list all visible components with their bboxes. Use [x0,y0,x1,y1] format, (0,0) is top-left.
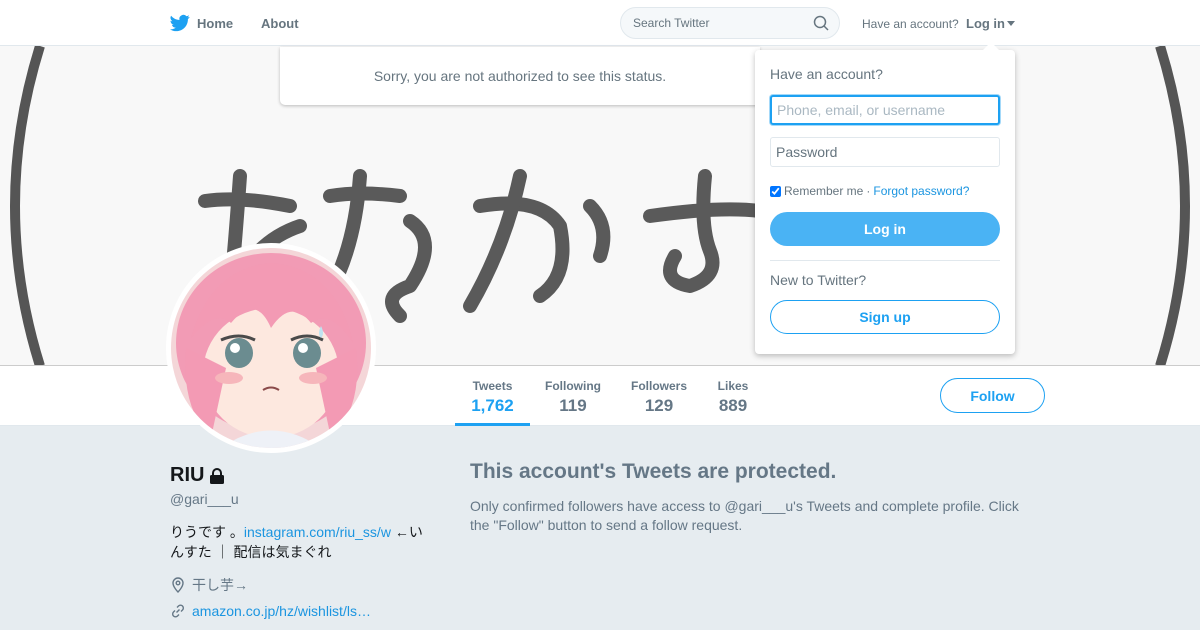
top-navigation-bar: Home About Have an account? Log in [0,0,1200,46]
bio-instagram-link[interactable]: instagram.com/riu_ss/w [244,524,391,540]
stat-label: Following [545,379,601,393]
lock-icon [210,467,225,484]
profile-handle: @gari___u [170,491,239,507]
have-account-label: Have an account? [862,17,959,31]
login-dropdown-heading: Have an account? [770,66,883,82]
stat-following[interactable]: Following 119 [538,366,608,426]
stat-likes[interactable]: Likes 889 [708,366,758,426]
login-dropdown: Have an account? Remember me · Forgot pa… [755,42,1015,354]
search-box [620,7,840,39]
search-input[interactable] [621,8,801,38]
stat-value: 119 [559,396,587,415]
stat-value: 1,762 [471,396,514,415]
login-button[interactable]: Log in [770,212,1000,246]
follow-button[interactable]: Follow [940,378,1045,413]
divider [770,260,1000,261]
nav-about-link[interactable]: About [261,16,299,31]
login-dropdown-toggle[interactable]: Log in [966,16,1015,31]
nav-home-label: Home [197,15,234,31]
profile-url: amazon.co.jp/hz/wishlist/ls… [170,603,371,619]
caret-down-icon [1007,21,1015,26]
profile-bio: りうです 。instagram.com/riu_ss/w ←いんすた ｜ 配信は… [170,522,435,562]
stat-label: Followers [630,379,687,393]
profile-location: 干し芋→ [170,575,248,595]
link-icon [171,604,185,618]
search-icon[interactable] [813,15,829,31]
profile-name: RIU [170,464,226,487]
stat-label: Tweets [472,379,513,393]
avatar[interactable] [166,243,376,453]
new-to-twitter-label: New to Twitter? [770,272,867,288]
login-toggle-label: Log in [966,16,1005,31]
nav-home-link[interactable]: Home [170,13,233,33]
remember-me-row: Remember me · Forgot password? [770,184,969,198]
remember-me-checkbox[interactable] [770,185,781,197]
profile-name-text: RIU [170,464,205,486]
location-text: 干し芋→ [192,577,248,593]
stat-tweets[interactable]: Tweets 1,762 [455,366,530,426]
protected-title: This account's Tweets are protected. [470,460,837,483]
password-field[interactable] [770,137,1000,167]
stat-followers[interactable]: Followers 129 [624,366,694,426]
stat-value: 889 [718,396,748,415]
unauthorized-status-notice: Sorry, you are not authorized to see thi… [280,47,760,105]
stat-label: Likes [717,379,749,393]
stat-value: 129 [644,396,674,415]
protected-description: Only confirmed followers have access to … [470,498,1019,533]
separator-dot: · [866,184,871,198]
location-pin-icon [172,577,184,593]
remember-me-label: Remember me [784,184,864,198]
bio-prefix: りうです 。 [170,524,244,540]
username-field[interactable] [770,95,1000,125]
profile-url-link[interactable]: amazon.co.jp/hz/wishlist/ls… [192,603,371,619]
avatar-image [171,248,371,448]
twitter-bird-icon [170,14,190,32]
signup-button[interactable]: Sign up [770,300,1000,334]
forgot-password-link[interactable]: Forgot password? [873,184,969,198]
